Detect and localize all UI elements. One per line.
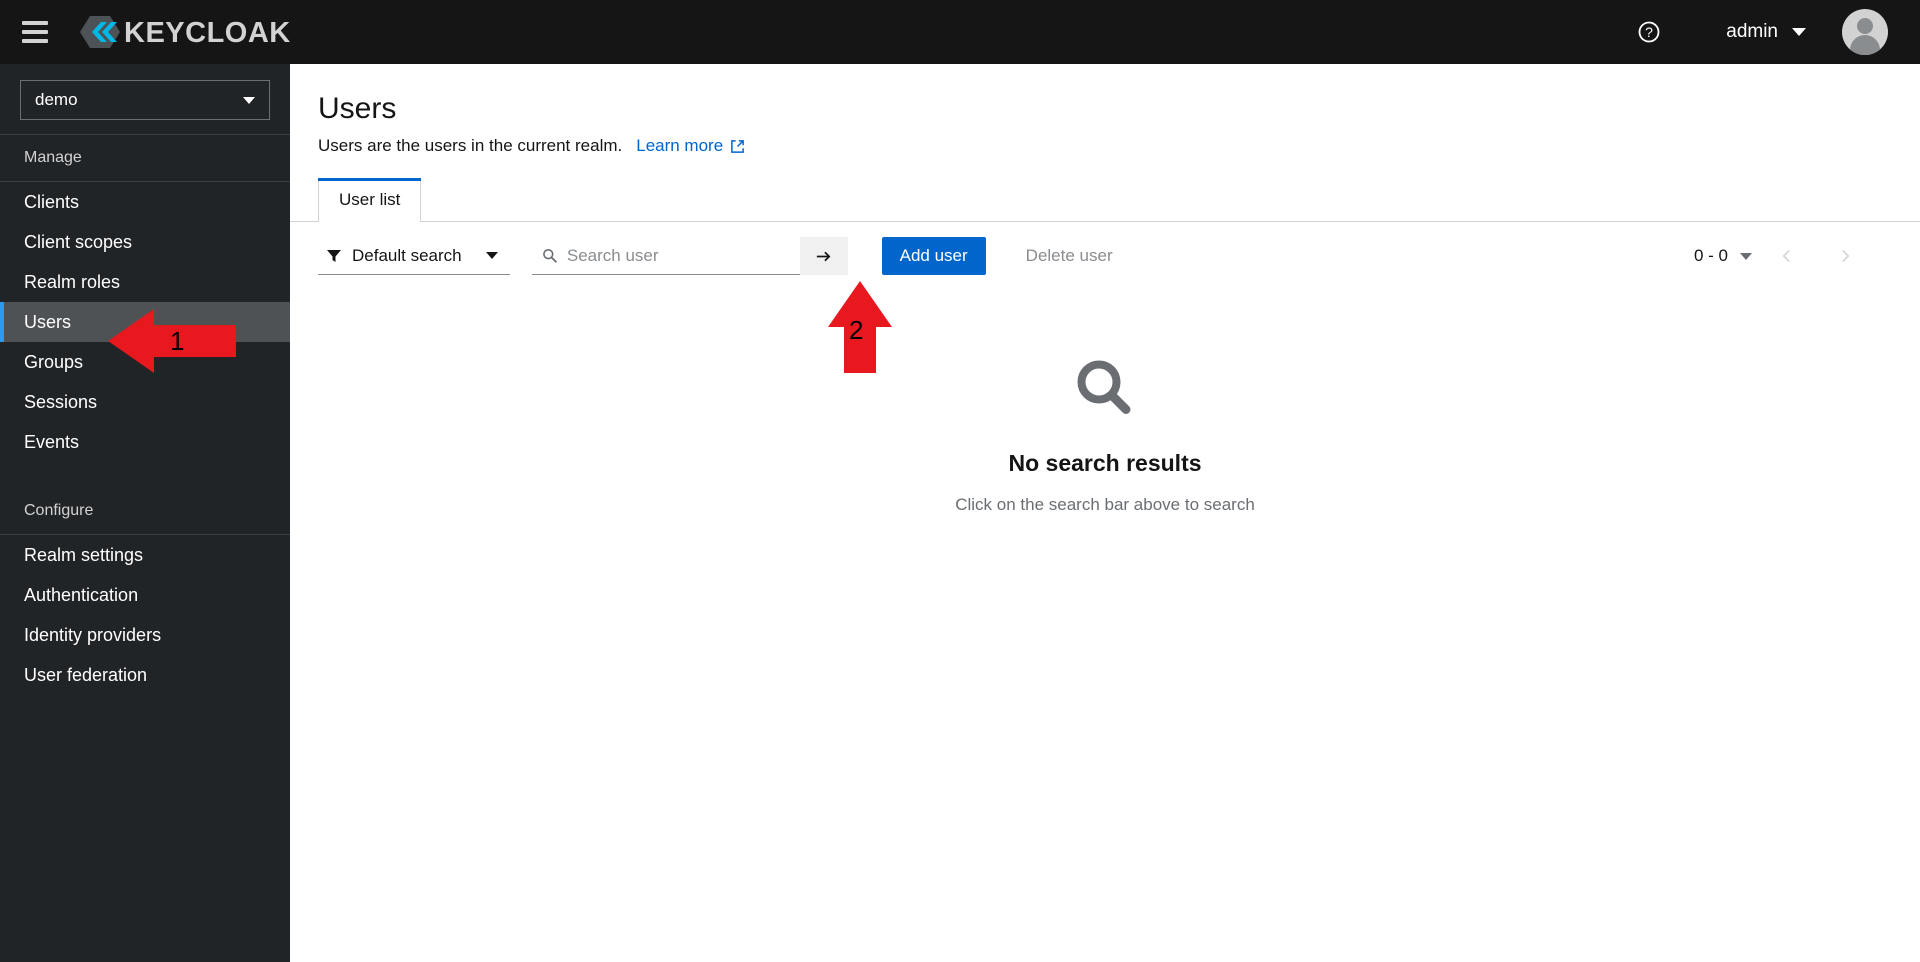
- learn-more-link[interactable]: Learn more: [636, 136, 745, 156]
- search-icon: [1077, 360, 1131, 414]
- nav-section-title-configure: Configure: [24, 502, 94, 519]
- search-type-dropdown[interactable]: Default search: [318, 237, 510, 275]
- search-submit-button[interactable]: [799, 237, 848, 275]
- hamburger-bar: [22, 21, 48, 25]
- pagination-next-button[interactable]: [1822, 236, 1868, 276]
- chevron-left-icon: [1782, 250, 1790, 262]
- chevron-down-icon: [485, 252, 498, 259]
- nav-list-configure: Realm settings Authentication Identity p…: [0, 535, 290, 695]
- sidebar-item-user-federation[interactable]: User federation: [0, 655, 290, 695]
- pagination-prev-button[interactable]: [1764, 236, 1810, 276]
- sidebar: demo Manage Clients Client scopes Realm …: [0, 64, 290, 962]
- search-input[interactable]: [566, 245, 790, 266]
- empty-state: No search results Click on the search ba…: [290, 290, 1920, 515]
- sidebar-item-realm-roles[interactable]: Realm roles: [0, 262, 290, 302]
- nav-section-title-manage: Manage: [24, 149, 82, 166]
- toolbar: Default search Add: [290, 222, 1920, 290]
- pagination-range: 0 - 0: [1693, 246, 1728, 265]
- tab-bar: User list: [290, 178, 1920, 222]
- keycloak-logo[interactable]: KEYCLOAK: [78, 12, 358, 52]
- search-type-label: Default search: [352, 245, 462, 265]
- external-link-icon: [731, 139, 745, 153]
- arrow-right-icon: [816, 251, 831, 261]
- avatar[interactable]: [1842, 9, 1888, 55]
- avatar-body: [1850, 35, 1880, 55]
- user-menu-label: admin: [1726, 21, 1778, 42]
- learn-more-label: Learn more: [636, 136, 724, 155]
- page-header: Users Users are the users in the current…: [290, 64, 1920, 156]
- tab-user-list[interactable]: User list: [318, 178, 422, 222]
- page-subtitle-row: Users are the users in the current realm…: [318, 136, 1892, 156]
- sidebar-item-authentication[interactable]: Authentication: [0, 575, 290, 615]
- chevron-right-icon: [1842, 250, 1850, 262]
- user-menu[interactable]: admin: [1722, 0, 1892, 64]
- svg-text:?: ?: [1645, 24, 1653, 40]
- svg-text:KEYCLOAK: KEYCLOAK: [124, 17, 291, 49]
- delete-user-button[interactable]: Delete user: [1012, 237, 1127, 275]
- empty-state-title: No search results: [1008, 450, 1202, 476]
- realm-selector[interactable]: demo: [20, 80, 270, 120]
- search-group: [531, 237, 848, 275]
- avatar-head: [1857, 18, 1873, 34]
- chevron-down-icon: [243, 96, 255, 104]
- hamburger-icon[interactable]: [12, 9, 58, 55]
- add-user-button[interactable]: Add user: [881, 237, 986, 275]
- sidebar-item-identity-providers[interactable]: Identity providers: [0, 615, 290, 655]
- hamburger-bar: [22, 30, 48, 34]
- main-content: Users Users are the users in the current…: [290, 64, 1920, 962]
- keycloak-admin-console: KEYCLOAK ? admin demo Manage Clients Cli…: [0, 0, 1920, 962]
- sidebar-item-clients[interactable]: Clients: [0, 182, 290, 222]
- sidebar-item-client-scopes[interactable]: Client scopes: [0, 222, 290, 262]
- sidebar-item-sessions[interactable]: Sessions: [0, 382, 290, 422]
- annotation-label-1: 1: [170, 326, 185, 356]
- page-subtitle: Users are the users in the current realm…: [318, 136, 623, 155]
- help-circle-icon[interactable]: ?: [1626, 9, 1672, 55]
- annotation-arrow-2: 2: [824, 281, 896, 378]
- masthead-actions: ? admin: [1626, 0, 1920, 64]
- realm-selector-wrapper: demo: [0, 64, 290, 134]
- annotation-label-2: 2: [849, 315, 864, 345]
- filter-funnel-icon: [327, 249, 341, 262]
- search-box[interactable]: [531, 237, 800, 275]
- chevron-down-icon: [1792, 28, 1806, 36]
- page-title: Users: [318, 92, 397, 125]
- chevron-down-icon[interactable]: [1740, 252, 1752, 260]
- sidebar-item-events[interactable]: Events: [0, 422, 290, 462]
- empty-state-body: Click on the search bar above to search: [955, 495, 1255, 514]
- sidebar-item-realm-settings[interactable]: Realm settings: [0, 535, 290, 575]
- search-icon: [542, 248, 557, 263]
- realm-selector-value: demo: [35, 90, 78, 109]
- hamburger-bar: [22, 39, 48, 43]
- pagination: 0 - 0: [1694, 236, 1892, 276]
- annotation-arrow-1: 1: [108, 305, 236, 382]
- masthead: KEYCLOAK ? admin: [0, 0, 1920, 64]
